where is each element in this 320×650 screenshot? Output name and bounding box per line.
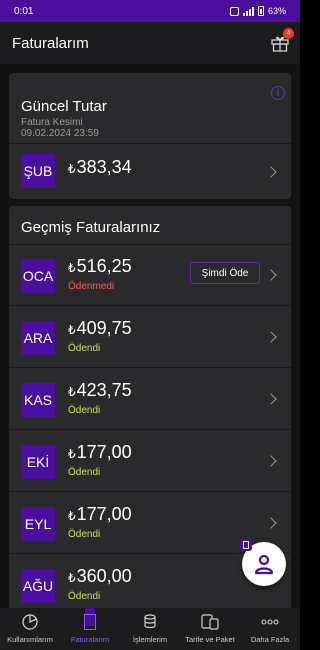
pay-now-button[interactable]: Şimdi Öde: [190, 262, 260, 284]
more-dots-icon: [260, 612, 280, 632]
page-title: Faturalarım: [12, 34, 89, 52]
amount-value: 383,34: [76, 157, 132, 177]
payment-status: Ödendi: [68, 591, 101, 602]
bill-amount: ₺516,25: [68, 256, 132, 277]
chevron-right-icon: [265, 455, 277, 467]
nav-item-usage[interactable]: Kullanımlarım: [0, 608, 60, 650]
currency-symbol: ₺: [68, 447, 76, 461]
currency-symbol: ₺: [68, 162, 76, 176]
chevron-right-icon: [265, 166, 277, 178]
chevron-right-icon: [265, 331, 277, 343]
bill-amount: ₺177,00: [68, 504, 132, 525]
amount-value: 516,25: [76, 256, 132, 276]
month-badge: ŞUB: [21, 154, 55, 188]
past-bills-title: Geçmiş Faturalarınız: [21, 219, 161, 236]
coins-icon: [140, 612, 160, 632]
nav-label: Tarife ve Paket: [185, 635, 235, 644]
pie-chart-icon: [20, 612, 40, 632]
amount-value: 177,00: [76, 442, 132, 462]
bill-cut-label: Fatura Kesimi: [21, 117, 83, 128]
chevron-right-icon: [265, 269, 277, 281]
nav-item-transactions[interactable]: İşlemlerim: [120, 608, 180, 650]
month-badge: ARA: [21, 321, 55, 355]
currency-symbol: ₺: [68, 571, 76, 585]
content-area: i Güncel Tutar Fatura Kesimi 09.02.2024 …: [0, 64, 300, 608]
info-icon[interactable]: i: [271, 86, 285, 100]
battery-icon: [257, 6, 264, 16]
gift-badge: 4: [283, 28, 294, 39]
nav-label: Kullanımlarım: [7, 635, 53, 644]
battery-level: 63%: [267, 6, 286, 16]
amount-value: 409,75: [76, 318, 132, 338]
current-bill-row[interactable]: ŞUB ₺383,34: [9, 144, 291, 199]
bill-amount: ₺360,00: [68, 566, 132, 587]
user-icon: [254, 554, 274, 575]
amount-value: 423,75: [76, 380, 132, 400]
bill-row[interactable]: EKİ ₺177,00 Ödendi: [9, 431, 291, 492]
amount-value: 360,00: [76, 566, 132, 586]
status-icons: 63%: [229, 6, 286, 16]
current-bill-card: i Güncel Tutar Fatura Kesimi 09.02.2024 …: [9, 73, 291, 199]
assistant-fab-button[interactable]: [240, 539, 286, 586]
bill-amount: ₺423,75: [68, 380, 132, 401]
bill-row[interactable]: OCA ₺516,25 Ödenmedi Şimdi Öde: [9, 245, 291, 306]
month-badge: AĞU: [21, 569, 55, 603]
payment-status: Ödendi: [68, 467, 101, 478]
amount-value: 177,00: [76, 504, 132, 524]
nav-label: Faturalarım: [70, 635, 110, 644]
nav-item-more[interactable]: Daha Fazla: [240, 608, 300, 650]
nav-item-bills[interactable]: Faturalarım: [60, 608, 120, 650]
devices-icon: [200, 612, 220, 632]
payment-status: Ödenmedi: [68, 281, 115, 292]
bill-row[interactable]: KAS ₺423,75 Ödendi: [9, 369, 291, 430]
bill-amount: ₺177,00: [68, 442, 132, 463]
payment-status: Ödendi: [68, 405, 101, 416]
month-badge: KAS: [21, 383, 55, 417]
payment-status: Ödendi: [68, 529, 101, 540]
bill-amount: ₺383,34: [68, 157, 132, 178]
bill-row[interactable]: ARA ₺409,75 Ödendi: [9, 307, 291, 368]
bill-cut-date: 09.02.2024 23:59: [21, 128, 99, 139]
bill-amount: ₺409,75: [68, 318, 132, 339]
gift-button[interactable]: 4: [270, 28, 294, 53]
bottom-nav: Kullanımlarım Faturalarım İşlemlerim Tar…: [0, 608, 300, 650]
divider: [9, 491, 291, 492]
month-badge: EKİ: [21, 445, 55, 479]
divider: [9, 305, 291, 306]
signal-icon: [242, 6, 254, 16]
currency-symbol: ₺: [68, 385, 76, 399]
currency-symbol: ₺: [68, 261, 76, 275]
status-bar: 0:01 63%: [0, 0, 300, 22]
nav-item-plans[interactable]: Tarife ve Paket: [180, 608, 240, 650]
divider: [9, 367, 291, 368]
app-header: Faturalarım 4: [0, 22, 300, 64]
current-bill-title: Güncel Tutar: [21, 98, 107, 115]
currency-symbol: ₺: [68, 323, 76, 337]
divider: [9, 429, 291, 430]
nav-label: İşlemlerim: [132, 635, 168, 644]
payment-status: Ödendi: [68, 343, 101, 354]
month-badge: OCA: [21, 259, 55, 293]
chevron-right-icon: [265, 517, 277, 529]
currency-symbol: ₺: [68, 509, 76, 523]
chevron-right-icon: [265, 393, 277, 405]
phone-badge-icon: [240, 539, 252, 551]
bill-cut-info: Fatura Kesimi 09.02.2024 23:59: [21, 117, 99, 139]
month-badge: EYL: [21, 507, 55, 541]
notification-icon: [229, 6, 239, 16]
nav-label: Daha Fazla: [250, 635, 290, 644]
bill-icon: [80, 612, 100, 632]
status-time: 0:01: [14, 5, 34, 17]
